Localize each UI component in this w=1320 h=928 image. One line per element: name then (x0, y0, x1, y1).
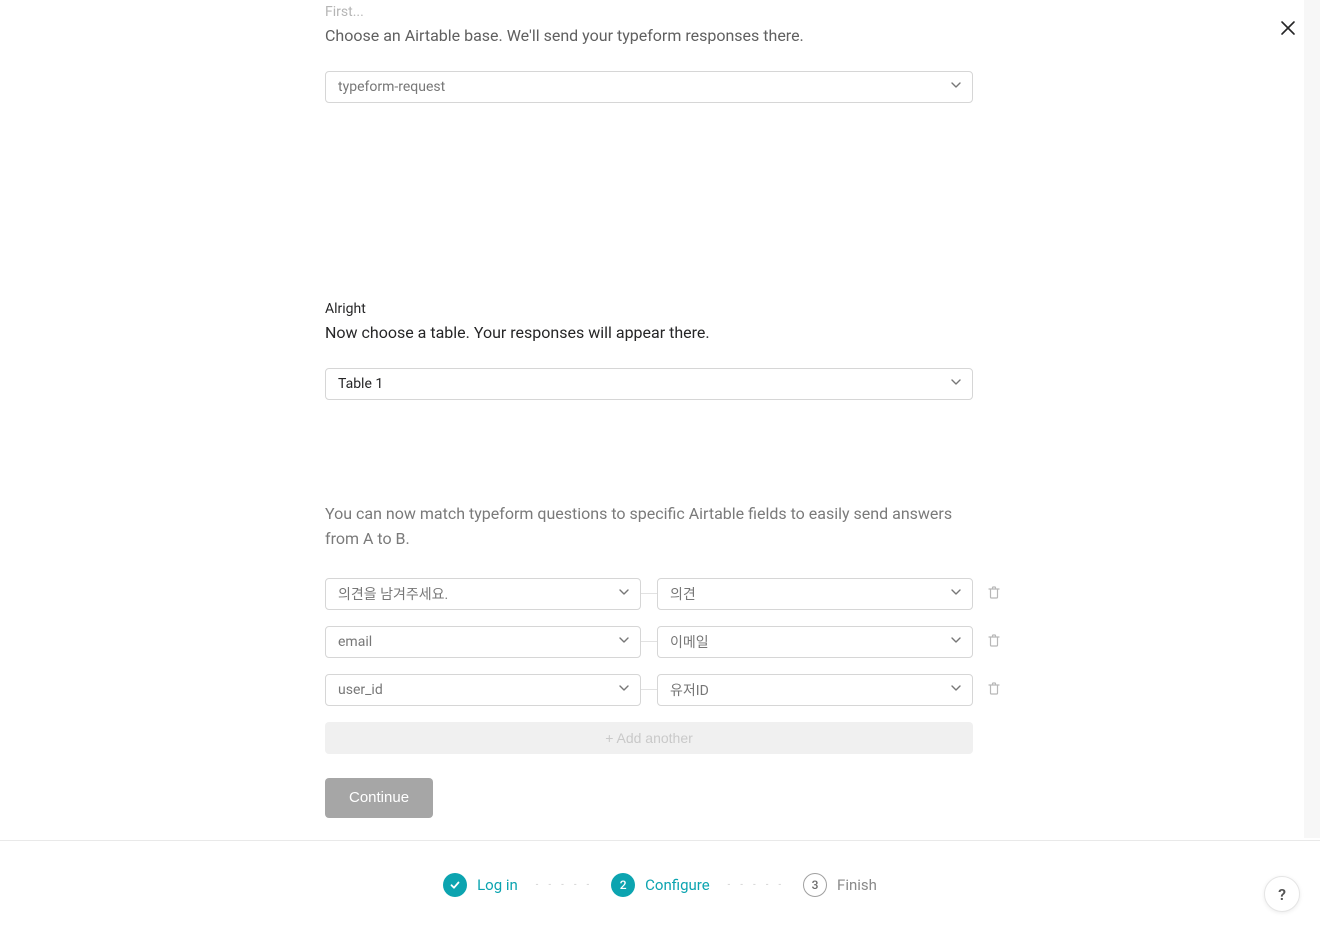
mapping-row: 의견을 남겨주세요. 의견 (325, 578, 973, 610)
connector-line (641, 689, 657, 690)
delete-row-button[interactable] (987, 632, 1001, 651)
help-button[interactable]: ? (1264, 876, 1300, 912)
table-eyebrow: Alright (325, 301, 973, 317)
question-select[interactable]: 의견을 남겨주세요. (325, 578, 641, 610)
step-circle-active: 2 (611, 873, 635, 897)
base-select-value: typeform-request (338, 79, 445, 95)
step-label: Log in (477, 876, 518, 894)
chevron-down-icon (950, 79, 962, 95)
base-eyebrow: First... (325, 4, 973, 20)
chevron-down-icon (950, 682, 962, 698)
step-circle-done (443, 873, 467, 897)
field-select[interactable]: 유저ID (657, 674, 973, 706)
continue-button[interactable]: Continue (325, 778, 433, 818)
step-circle-upcoming: 3 (803, 873, 827, 897)
chevron-down-icon (950, 376, 962, 392)
add-another-button[interactable]: + Add another (325, 722, 973, 754)
table-heading: Now choose a table. Your responses will … (325, 323, 973, 342)
chevron-down-icon (618, 634, 630, 650)
mapping-row: email 이메일 (325, 626, 973, 658)
field-select-value: 의견 (670, 584, 696, 604)
chevron-down-icon (950, 634, 962, 650)
field-select[interactable]: 의견 (657, 578, 973, 610)
question-select-value: email (338, 634, 372, 650)
close-button[interactable] (1280, 20, 1296, 36)
trash-icon (987, 585, 1001, 599)
chevron-down-icon (618, 682, 630, 698)
mapping-row: user_id 유저ID (325, 674, 973, 706)
chevron-down-icon (950, 586, 962, 602)
main-content: First... Choose an Airtable base. We'll … (325, 0, 973, 818)
field-select[interactable]: 이메일 (657, 626, 973, 658)
step-configure[interactable]: 2 Configure (611, 873, 710, 897)
trash-icon (987, 633, 1001, 647)
step-label: Finish (837, 876, 877, 894)
field-select-value: 이메일 (670, 632, 709, 652)
question-select-value: 의견을 남겨주세요. (338, 584, 448, 604)
table-select[interactable]: Table 1 (325, 368, 973, 400)
stepper: Log in - - - - - 2 Configure - - - - - 3… (0, 840, 1320, 928)
match-description: You can now match typeform questions to … (325, 502, 973, 552)
step-separator: - - - - - (536, 880, 593, 890)
close-icon (1280, 20, 1296, 36)
delete-row-button[interactable] (987, 584, 1001, 603)
question-select[interactable]: email (325, 626, 641, 658)
delete-row-button[interactable] (987, 680, 1001, 699)
base-select[interactable]: typeform-request (325, 71, 973, 103)
question-select-value: user_id (338, 682, 383, 698)
question-select[interactable]: user_id (325, 674, 641, 706)
step-separator: - - - - - (728, 880, 785, 890)
add-another-label: + Add another (605, 730, 693, 746)
table-select-value: Table 1 (338, 376, 383, 392)
help-icon: ? (1278, 885, 1286, 904)
continue-label: Continue (349, 789, 409, 806)
connector-line (641, 641, 657, 642)
field-select-value: 유저ID (670, 680, 709, 700)
step-label: Configure (645, 876, 710, 894)
connector-line (641, 593, 657, 594)
step-login[interactable]: Log in (443, 873, 518, 897)
scrollbar-track[interactable] (1304, 0, 1320, 838)
base-heading: Choose an Airtable base. We'll send your… (325, 26, 973, 45)
trash-icon (987, 681, 1001, 695)
chevron-down-icon (618, 586, 630, 602)
check-icon (449, 879, 461, 891)
step-finish[interactable]: 3 Finish (803, 873, 877, 897)
